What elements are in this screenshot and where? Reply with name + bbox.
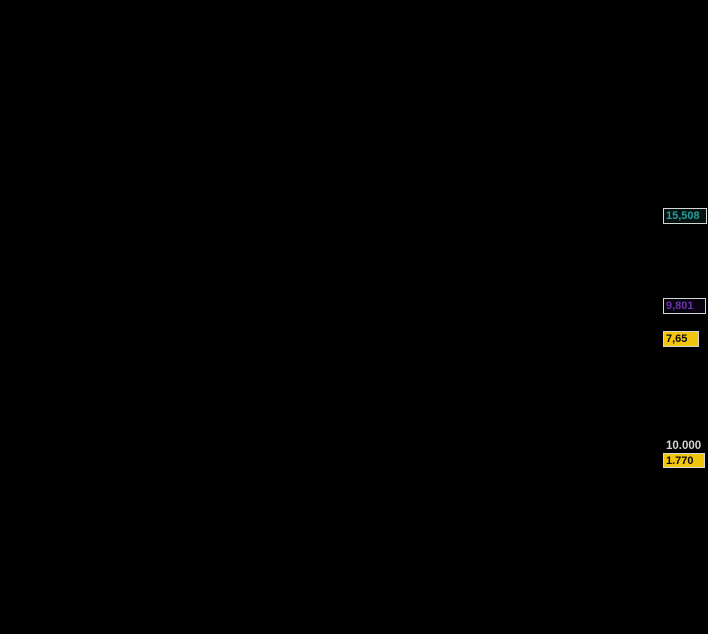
chart-canvas[interactable]: [0, 0, 708, 634]
volume-axis-label: 10.000: [666, 440, 701, 452]
last-volume-label: 1.770: [663, 453, 705, 468]
last-price-label: 7,65: [663, 331, 699, 347]
long-ma-value-label: 15,508: [663, 208, 707, 224]
mid-ma-value-label: 9,801: [663, 298, 706, 314]
trading-chart-window: 15,508 9,801 7,65 10.000 1.770: [0, 0, 708, 634]
